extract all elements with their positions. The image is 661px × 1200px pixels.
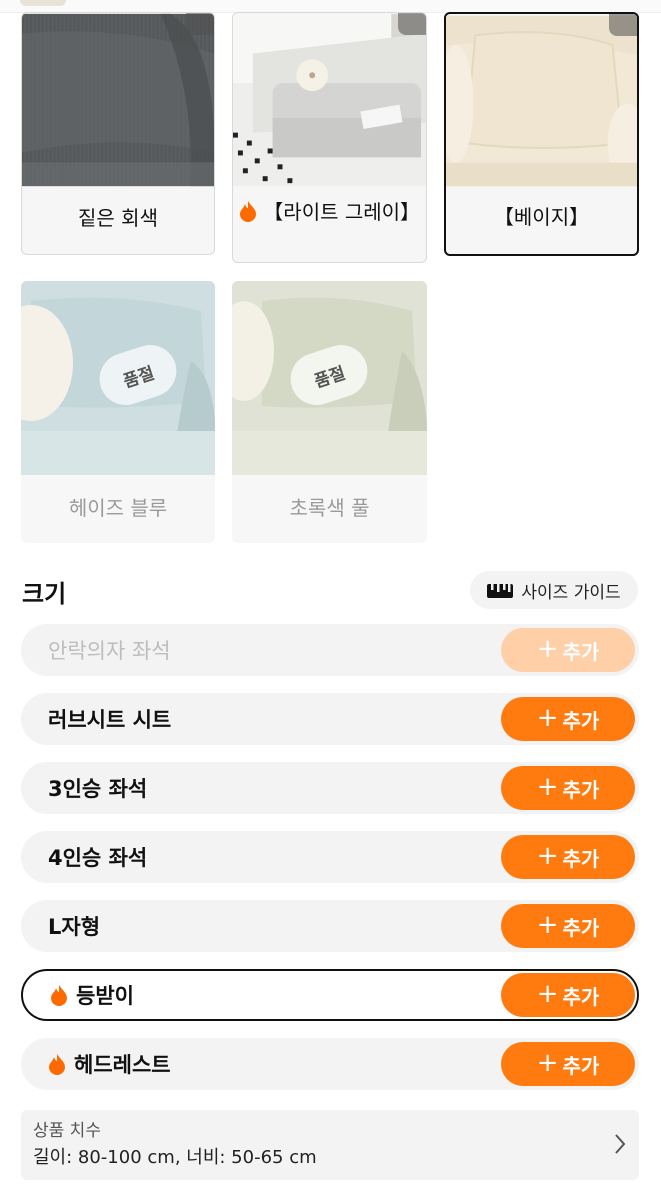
- color-option-label-wrap: 【라이트 그레이】: [233, 197, 426, 257]
- product-dimensions[interactable]: 상품 치수 길이: 80-100 cm, 너비: 50-65 cm: [21, 1110, 639, 1180]
- add-button: + 추가: [501, 628, 635, 672]
- add-button[interactable]: + 추가: [501, 1042, 635, 1086]
- plus-icon: +: [536, 978, 559, 1009]
- plus-icon: +: [536, 702, 559, 733]
- swatch-zoom-button[interactable]: [186, 13, 214, 35]
- color-option-label: 짙은 회색: [78, 206, 158, 230]
- color-option-haze-blue: 품절 헤이즈 블루: [21, 281, 215, 543]
- chevron-right-icon: [615, 1134, 626, 1154]
- size-option-backrest[interactable]: 등받이 + 추가: [21, 969, 639, 1021]
- color-option-green-grass: 품절 초록색 풀: [232, 281, 427, 543]
- color-option-beige[interactable]: 【베이지】: [444, 12, 639, 256]
- size-option-label: 4인승 좌석: [48, 846, 148, 870]
- swatch-image-light-gray: [233, 13, 426, 187]
- swatch-image-beige: [446, 15, 637, 187]
- add-button-label: 추가: [562, 708, 600, 733]
- size-option-label: L자형: [48, 915, 101, 939]
- ruler-icon: [487, 584, 514, 598]
- color-option-dark-gray[interactable]: 짙은 회색: [21, 12, 215, 255]
- add-button-label: 추가: [562, 639, 600, 664]
- flame-icon: [51, 985, 67, 1006]
- size-option-label: 헤드레스트: [74, 1053, 171, 1077]
- size-option-loveseat[interactable]: 러브시트 시트 + 추가: [21, 693, 639, 745]
- size-section-title: 크기: [22, 580, 67, 608]
- color-option-label: 【라이트 그레이】: [263, 200, 421, 224]
- plus-icon: +: [536, 771, 559, 802]
- dimensions-title: 상품 치수: [33, 1121, 101, 1141]
- color-option-label: 초록색 풀: [289, 496, 370, 520]
- size-guide-label: 사이즈 가이드: [521, 582, 621, 603]
- size-option-armchair: 안락의자 좌석 + 추가: [21, 624, 639, 676]
- swatch-image-dark-gray: [22, 13, 214, 187]
- add-button-label: 추가: [562, 915, 600, 940]
- swatch-zoom-button[interactable]: [609, 14, 637, 36]
- add-button[interactable]: + 추가: [501, 904, 635, 948]
- color-option-label: 헤이즈 블루: [68, 496, 168, 520]
- add-button[interactable]: + 추가: [501, 697, 635, 741]
- color-option-label: 【베이지】: [493, 205, 590, 229]
- add-button-label: 추가: [562, 777, 600, 802]
- size-option-label: 러브시트 시트: [48, 708, 172, 732]
- plus-icon: +: [536, 633, 559, 664]
- add-button-label: 추가: [562, 846, 600, 871]
- plus-icon: +: [536, 909, 559, 940]
- size-option-4-seater[interactable]: 4인승 좌석 + 추가: [21, 831, 639, 883]
- size-option-l-shape[interactable]: L자형 + 추가: [21, 900, 639, 952]
- swatch-zoom-button[interactable]: [398, 13, 426, 35]
- add-button[interactable]: + 추가: [501, 766, 635, 810]
- add-button-label: 추가: [562, 1053, 600, 1078]
- size-option-label: 등받이: [76, 984, 134, 1008]
- size-option-3-seater[interactable]: 3인승 좌석 + 추가: [21, 762, 639, 814]
- dimensions-value: 길이: 80-100 cm, 너비: 50-65 cm: [33, 1147, 317, 1168]
- tab-marker: [20, 0, 66, 6]
- add-button-label: 추가: [562, 984, 600, 1009]
- size-option-label: 3인승 좌석: [48, 777, 148, 801]
- plus-icon: +: [536, 840, 559, 871]
- size-option-label: 안락의자 좌석: [48, 639, 171, 663]
- plus-icon: +: [536, 1047, 559, 1078]
- size-option-headrest[interactable]: 헤드레스트 + 추가: [21, 1038, 639, 1090]
- color-option-light-gray[interactable]: 【라이트 그레이】: [232, 12, 427, 263]
- flame-icon: [239, 201, 256, 222]
- add-button[interactable]: + 추가: [501, 835, 635, 879]
- flame-icon: [49, 1054, 65, 1075]
- add-button[interactable]: + 추가: [501, 973, 635, 1017]
- size-guide-button[interactable]: 사이즈 가이드: [470, 571, 638, 609]
